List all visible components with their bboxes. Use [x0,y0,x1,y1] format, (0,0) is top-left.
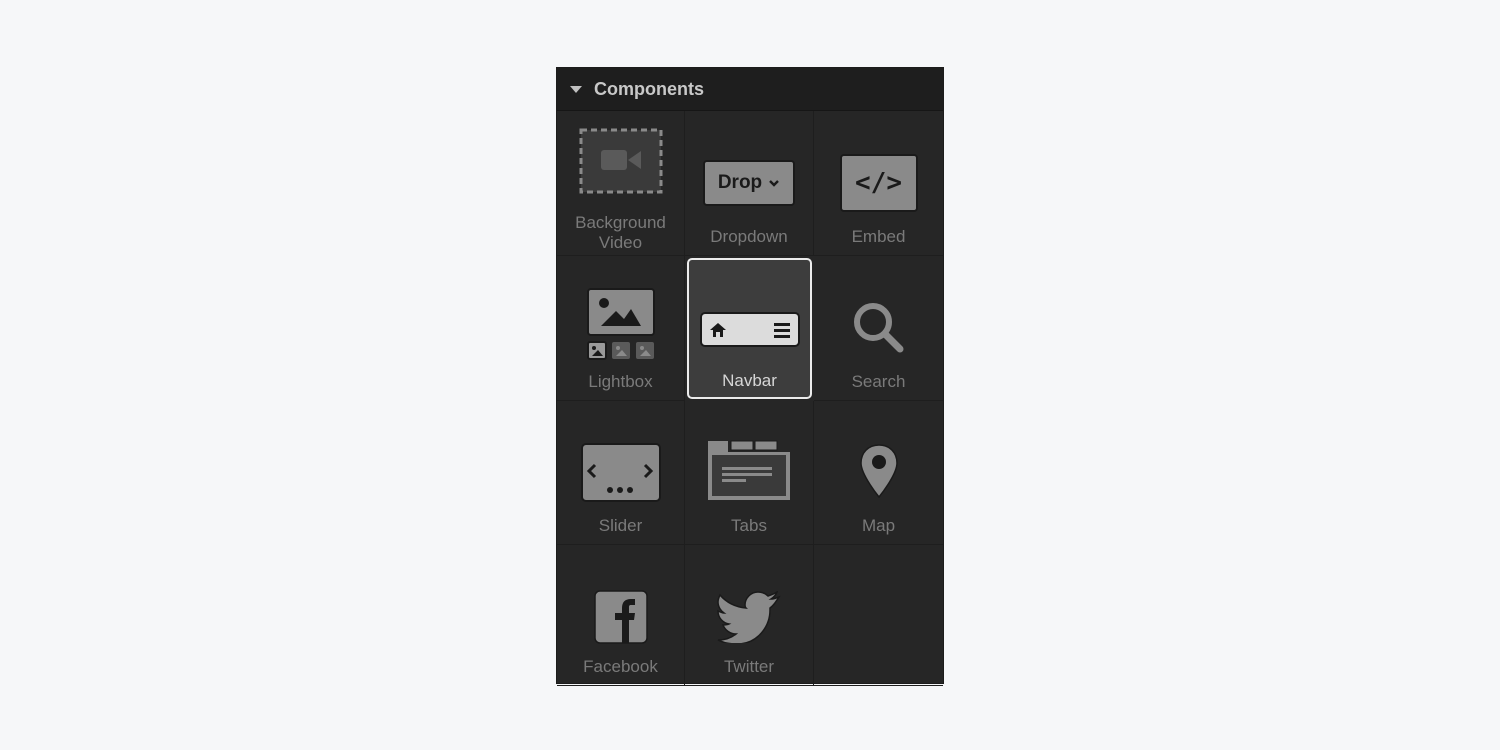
navbar-icon [689,260,810,380]
map-pin-icon [814,401,943,521]
component-label: Map [861,516,896,535]
embed-icon-text: </> [855,168,902,198]
empty-cell [814,545,943,686]
search-icon [814,256,943,378]
component-label: Lightbox [588,372,653,391]
dropdown-icon: Drop [685,111,813,233]
component-label: Navbar [722,371,777,390]
component-label: Background Video [575,213,666,252]
caret-down-icon[interactable] [570,85,582,93]
component-facebook[interactable]: Facebook [557,545,685,686]
component-background-video[interactable]: Background Video [557,111,685,256]
tabs-icon [685,401,813,521]
components-grid: Background Video Drop Dropdown </> Embed [557,111,943,686]
component-map[interactable]: Map [814,401,943,545]
component-label: Twitter [723,657,775,676]
panel-title: Components [594,78,704,99]
facebook-icon [557,545,684,667]
component-label: Embed [851,227,906,246]
component-tabs[interactable]: Tabs [685,401,814,545]
component-label: Slider [598,516,643,535]
component-label: Tabs [731,516,767,535]
background-video-icon [557,111,684,211]
dropdown-icon-text: Drop [717,172,763,193]
component-search[interactable]: Search [814,256,943,401]
embed-code-icon: </> [814,111,943,233]
slider-icon [557,401,684,523]
component-navbar[interactable]: Navbar [687,258,812,399]
panel-header[interactable]: Components [557,68,943,111]
component-label: Facebook [583,657,658,676]
component-label: Dropdown [710,227,788,246]
component-slider[interactable]: Slider [557,401,685,545]
component-dropdown[interactable]: Drop Dropdown [685,111,814,256]
twitter-icon [685,545,813,667]
component-twitter[interactable]: Twitter [685,545,814,686]
component-embed[interactable]: </> Embed [814,111,943,256]
components-panel: Components Background Video Drop Dropdow… [556,67,944,686]
component-label: Search [851,372,906,391]
chevron-down-icon [769,180,780,187]
lightbox-icon [557,256,684,374]
component-lightbox[interactable]: Lightbox [557,256,685,401]
